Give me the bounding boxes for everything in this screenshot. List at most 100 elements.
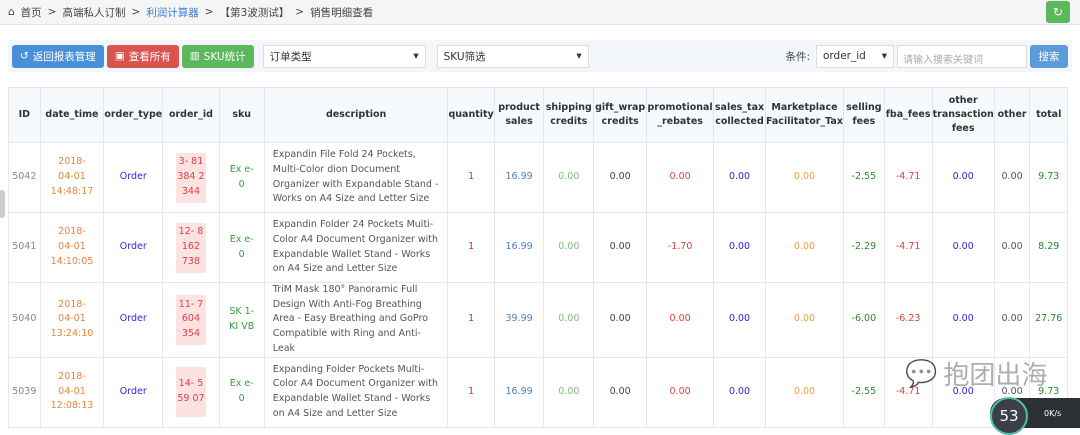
cell-ot: 0.00 xyxy=(931,282,995,358)
refresh-button[interactable]: ↻ xyxy=(1046,1,1070,23)
cell-desc: Expandin File Fold 24 Pockets, Multi-Col… xyxy=(263,142,449,213)
cell-gift: 0.00 xyxy=(593,212,648,283)
watermark-text: 抱团出海 xyxy=(943,361,1048,391)
cell-gift: 0.00 xyxy=(593,282,648,358)
column-header: order_type xyxy=(103,87,164,143)
column-header: description xyxy=(263,87,449,143)
column-header: selling fees xyxy=(842,87,885,143)
cell-sell: -2.29 xyxy=(842,212,885,283)
view-all-button[interactable]: ▣ 查看所有 xyxy=(106,44,179,68)
cell-type[interactable]: Order xyxy=(103,282,164,358)
cell-promo: 0.00 xyxy=(646,142,715,213)
watermark: 💬 抱团出海 xyxy=(905,355,1047,392)
condition-label: 条件: xyxy=(785,50,810,63)
cell-oth: 0.00 xyxy=(993,282,1031,358)
cell-sku: Ex e- 0 xyxy=(218,142,265,213)
back-label: 返回报表管理 xyxy=(32,50,96,63)
cell-fba: -4.71 xyxy=(883,212,933,283)
home-icon: ⌂ xyxy=(8,6,15,18)
breadcrumb: ⌂ 首页 > 高端私人订制 > 利润计算器 > 【第3波测试】 > 销售明细查看 xyxy=(0,0,1080,25)
column-header: fba_fees xyxy=(883,87,933,143)
caret-down-icon: ▾ xyxy=(413,50,419,62)
sku-stats-label: SKU统计 xyxy=(203,50,246,63)
cell-oth: 0.00 xyxy=(993,212,1031,283)
cell-desc: Expanding Folder Pockets Multi-Color A4 … xyxy=(263,356,449,428)
breadcrumb-home[interactable]: 首页 xyxy=(21,5,42,20)
cell-type[interactable]: Order xyxy=(103,212,164,283)
cell-tax: 0.00 xyxy=(713,212,766,283)
cell-mft: 0.00 xyxy=(764,282,844,358)
column-header: sku xyxy=(218,87,265,143)
cell-desc: TriM Mask 180° Panoramic Full Design Wit… xyxy=(263,282,449,358)
refresh-icon: ↻ xyxy=(1052,5,1064,19)
sku-filter-select[interactable]: SKU筛选 ▾ xyxy=(436,44,589,68)
cell-sku: Ex e- 0 xyxy=(218,212,265,283)
caret-down-icon: ▾ xyxy=(576,50,582,62)
column-header: sales_tax collected xyxy=(713,87,766,143)
caret-down-icon: ▾ xyxy=(881,50,887,62)
cell-tax: 0.00 xyxy=(713,282,766,358)
table-row[interactable]: 5042 2018-04-01 14:48:17 Order 3- 81 384 2 … xyxy=(8,142,1068,213)
cell-ship: 0.00 xyxy=(543,142,595,213)
cell-ps: 16.99 xyxy=(493,142,545,213)
cpu-gauge: 53 xyxy=(990,397,1028,435)
table-row[interactable]: 5040 2018-04-01 13:24:10 Order 11- 7 604 35… xyxy=(8,282,1068,358)
cell-date: 2018-04-01 12:08:13 xyxy=(39,356,105,428)
cell-promo: -1.70 xyxy=(646,212,715,283)
cell-date: 2018-04-01 14:48:17 xyxy=(39,142,105,213)
sku-stats-button[interactable]: ▥ SKU统计 xyxy=(181,44,254,68)
breadcrumb-item[interactable]: 利润计算器 xyxy=(146,5,199,20)
chart-icon: ▥ xyxy=(189,50,200,62)
search-input[interactable]: 请输入搜索关键词 xyxy=(897,44,1027,68)
cell-promo: 0.00 xyxy=(646,356,715,428)
cell-fba: -4.71 xyxy=(883,142,933,213)
cell-date: 2018-04-01 14:10:05 xyxy=(39,212,105,283)
condition-select[interactable]: order_id ▾ xyxy=(816,44,894,68)
wechat-icon: 💬 xyxy=(905,358,938,389)
column-header: date_time xyxy=(39,87,105,143)
cell-desc: Expandin Folder 24 Pockets Multi-Color A… xyxy=(263,212,449,283)
cell-oid: 3- 81 384 2 344 xyxy=(162,142,220,213)
cell-tax: 0.00 xyxy=(713,142,766,213)
breadcrumb-current: 销售明细查看 xyxy=(310,6,374,19)
table-row[interactable]: 5041 2018-04-01 14:10:05 Order 12- 8 162 73… xyxy=(8,212,1068,283)
cell-date: 2018-04-01 13:24:10 xyxy=(39,282,105,358)
condition-value: order_id xyxy=(823,50,866,62)
cell-tot: 9.73 xyxy=(1029,142,1068,213)
cell-promo: 0.00 xyxy=(646,282,715,358)
sku-filter-value: SKU筛选 xyxy=(443,50,486,63)
cell-qty: 1 xyxy=(447,142,495,213)
breadcrumb-item[interactable]: 【第3波测试】 xyxy=(220,5,290,20)
toolbar: ↺ 返回报表管理 ▣ 查看所有 ▥ SKU统计 订单类型 ▾ SKU筛选 ▾ 条件: or… xyxy=(8,40,1072,72)
column-header: Marketplace Facilitator_Tax xyxy=(764,87,844,143)
cell-ship: 0.00 xyxy=(543,212,595,283)
cell-oid: 14- 5 59 07 xyxy=(162,356,220,428)
cell-gift: 0.00 xyxy=(593,142,648,213)
document-icon: ▣ xyxy=(114,50,125,62)
cell-tot: 8.29 xyxy=(1029,212,1068,283)
cell-type[interactable]: Order xyxy=(103,356,164,428)
cell-mft: 0.00 xyxy=(764,356,844,428)
cell-ps: 39.99 xyxy=(493,282,545,358)
column-header: order_id xyxy=(162,87,220,143)
search-button[interactable]: 搜索 xyxy=(1030,44,1068,68)
sidebar-toggle[interactable] xyxy=(0,190,5,218)
cell-ot: 0.00 xyxy=(931,142,995,213)
cell-qty: 1 xyxy=(447,282,495,358)
network-speed: 0K/s xyxy=(1044,408,1062,418)
order-type-select[interactable]: 订单类型 ▾ xyxy=(262,44,426,68)
cell-id: 5040 xyxy=(8,282,41,358)
column-header: product sales xyxy=(493,87,545,143)
breadcrumb-item[interactable]: 高端私人订制 xyxy=(62,5,125,20)
return-icon: ↺ xyxy=(20,50,29,62)
column-header: other transaction fees xyxy=(931,87,995,143)
cell-sku: SK 1- KI VB xyxy=(218,282,265,358)
cell-qty: 1 xyxy=(447,356,495,428)
back-to-reports-button[interactable]: ↺ 返回报表管理 xyxy=(12,44,104,68)
cell-gift: 0.00 xyxy=(593,356,648,428)
cell-ship: 0.00 xyxy=(543,282,595,358)
cell-ship: 0.00 xyxy=(543,356,595,428)
cell-id: 5041 xyxy=(8,212,41,283)
cell-type[interactable]: Order xyxy=(103,142,164,213)
cell-ps: 16.99 xyxy=(493,356,545,428)
